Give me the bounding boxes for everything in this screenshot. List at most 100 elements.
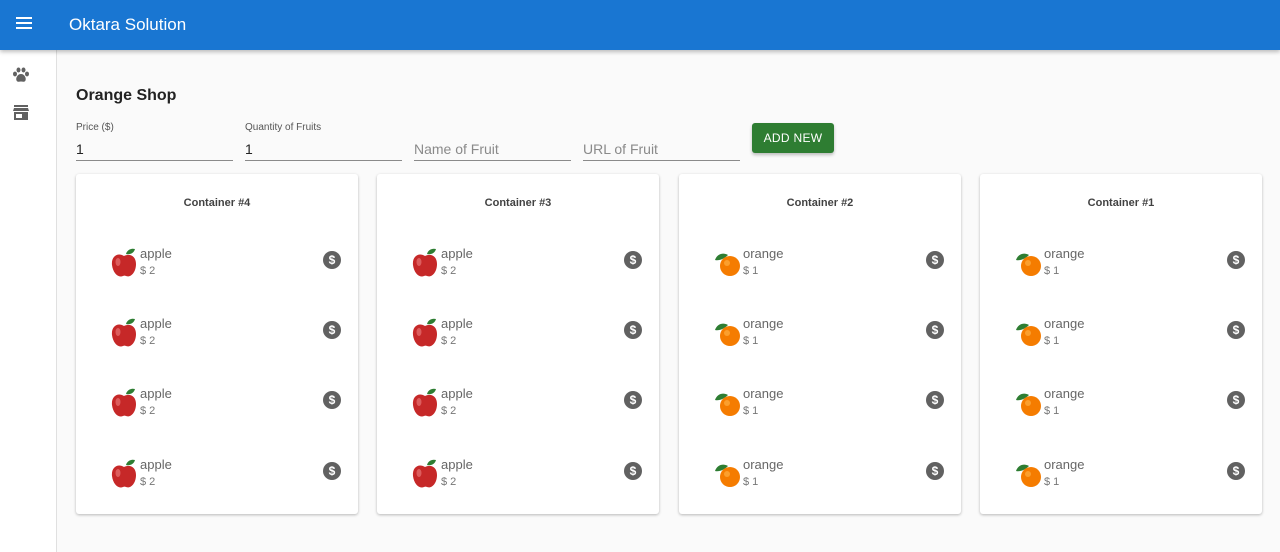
list-item[interactable]: apple $ 2 $ (411, 457, 643, 497)
sidebar-item-store[interactable] (0, 99, 42, 131)
item-name: apple (140, 316, 172, 331)
store-icon (13, 105, 29, 125)
item-price: $ 1 (743, 476, 759, 488)
container-title: Container #4 (183, 197, 251, 209)
quantity-field: Quantity of Fruits (245, 122, 402, 161)
list-item[interactable]: orange $ 1 $ (713, 316, 945, 356)
item-name: apple (441, 316, 473, 331)
menu-icon (16, 16, 32, 34)
item-name: apple (441, 457, 473, 472)
item-name: orange (743, 246, 784, 261)
item-name: orange (1044, 316, 1085, 331)
dollar-icon[interactable]: $ (926, 321, 944, 339)
apple-icon (110, 248, 138, 278)
list-item[interactable]: apple $ 2 $ (411, 386, 643, 426)
list-item[interactable]: orange $ 1 $ (1014, 386, 1246, 426)
dollar-icon[interactable]: $ (323, 462, 341, 480)
sidebar-item-pets[interactable] (0, 61, 42, 93)
app-bar: Oktara Solution (0, 0, 1280, 50)
dollar-icon[interactable]: $ (926, 462, 944, 480)
main-content: Orange Shop Price ($) Quantity of Fruits… (57, 50, 1280, 552)
item-price: $ 2 (441, 405, 457, 417)
dollar-icon[interactable]: $ (323, 251, 341, 269)
container-card: Container #2 orange $ 1 $ orange $ 1 $ orange $ … (679, 174, 961, 514)
dollar-icon[interactable]: $ (1227, 321, 1245, 339)
dollar-icon[interactable]: $ (323, 321, 341, 339)
dollar-icon[interactable]: $ (1227, 251, 1245, 269)
item-name: orange (1044, 386, 1085, 401)
container-card: Container #4 apple $ 2 $ apple $ 2 $ apple $ 2 $ a… (76, 174, 358, 514)
list-item[interactable]: orange $ 1 $ (713, 246, 945, 286)
list-item[interactable]: orange $ 1 $ (713, 457, 945, 497)
fruit-url-field (583, 122, 740, 161)
item-price: $ 1 (743, 265, 759, 277)
apple-icon (411, 318, 439, 348)
item-price: $ 1 (743, 405, 759, 417)
orange-icon (1014, 318, 1042, 348)
item-name: apple (441, 246, 473, 261)
item-price: $ 2 (441, 335, 457, 347)
list-item[interactable]: apple $ 2 $ (110, 316, 342, 356)
sidebar (0, 50, 57, 552)
list-item[interactable]: orange $ 1 $ (1014, 316, 1246, 356)
quantity-input[interactable] (245, 141, 402, 157)
list-item[interactable]: orange $ 1 $ (713, 386, 945, 426)
item-name: orange (743, 457, 784, 472)
dollar-icon[interactable]: $ (624, 391, 642, 409)
item-price: $ 2 (140, 265, 156, 277)
apple-icon (110, 388, 138, 418)
container-title: Container #3 (484, 197, 552, 209)
container-title: Container #1 (1087, 197, 1155, 209)
apple-icon (411, 388, 439, 418)
dollar-icon[interactable]: $ (624, 321, 642, 339)
fruit-url-input[interactable] (583, 141, 740, 157)
item-name: orange (743, 316, 784, 331)
dollar-icon[interactable]: $ (926, 251, 944, 269)
dollar-icon[interactable]: $ (926, 391, 944, 409)
item-price: $ 1 (743, 335, 759, 347)
orange-icon (713, 459, 741, 489)
apple-icon (110, 318, 138, 348)
orange-icon (713, 388, 741, 418)
menu-button[interactable] (0, 0, 48, 50)
paw-icon (12, 67, 30, 88)
list-item[interactable]: apple $ 2 $ (110, 246, 342, 286)
item-price: $ 1 (1044, 265, 1060, 277)
fruit-name-input[interactable] (414, 141, 571, 157)
item-price: $ 2 (441, 265, 457, 277)
fruit-name-field (414, 122, 571, 161)
item-name: apple (140, 246, 172, 261)
apple-icon (411, 459, 439, 489)
item-name: orange (743, 386, 784, 401)
list-item[interactable]: orange $ 1 $ (1014, 457, 1246, 497)
container-title: Container #2 (786, 197, 854, 209)
page-title: Orange Shop (76, 87, 177, 104)
container-card: Container #1 orange $ 1 $ orange $ 1 $ orange $ … (980, 174, 1262, 514)
orange-icon (1014, 248, 1042, 278)
item-price: $ 2 (140, 335, 156, 347)
dollar-icon[interactable]: $ (1227, 391, 1245, 409)
item-price: $ 1 (1044, 405, 1060, 417)
list-item[interactable]: apple $ 2 $ (411, 316, 643, 356)
item-name: apple (140, 457, 172, 472)
dollar-icon[interactable]: $ (323, 391, 341, 409)
list-item[interactable]: apple $ 2 $ (110, 457, 342, 497)
add-new-button[interactable]: ADD NEW (752, 123, 834, 153)
list-item[interactable]: apple $ 2 $ (411, 246, 643, 286)
item-price: $ 1 (1044, 476, 1060, 488)
dollar-icon[interactable]: $ (1227, 462, 1245, 480)
item-name: apple (441, 386, 473, 401)
dollar-icon[interactable]: $ (624, 462, 642, 480)
item-price: $ 2 (441, 476, 457, 488)
list-item[interactable]: apple $ 2 $ (110, 386, 342, 426)
container-card: Container #3 apple $ 2 $ apple $ 2 $ apple $ 2 $ a… (377, 174, 659, 514)
price-input[interactable] (76, 141, 233, 157)
orange-icon (713, 248, 741, 278)
price-field: Price ($) (76, 122, 233, 161)
dollar-icon[interactable]: $ (624, 251, 642, 269)
item-name: orange (1044, 246, 1085, 261)
item-name: orange (1044, 457, 1085, 472)
list-item[interactable]: orange $ 1 $ (1014, 246, 1246, 286)
app-title: Oktara Solution (69, 15, 187, 34)
item-price: $ 2 (140, 405, 156, 417)
